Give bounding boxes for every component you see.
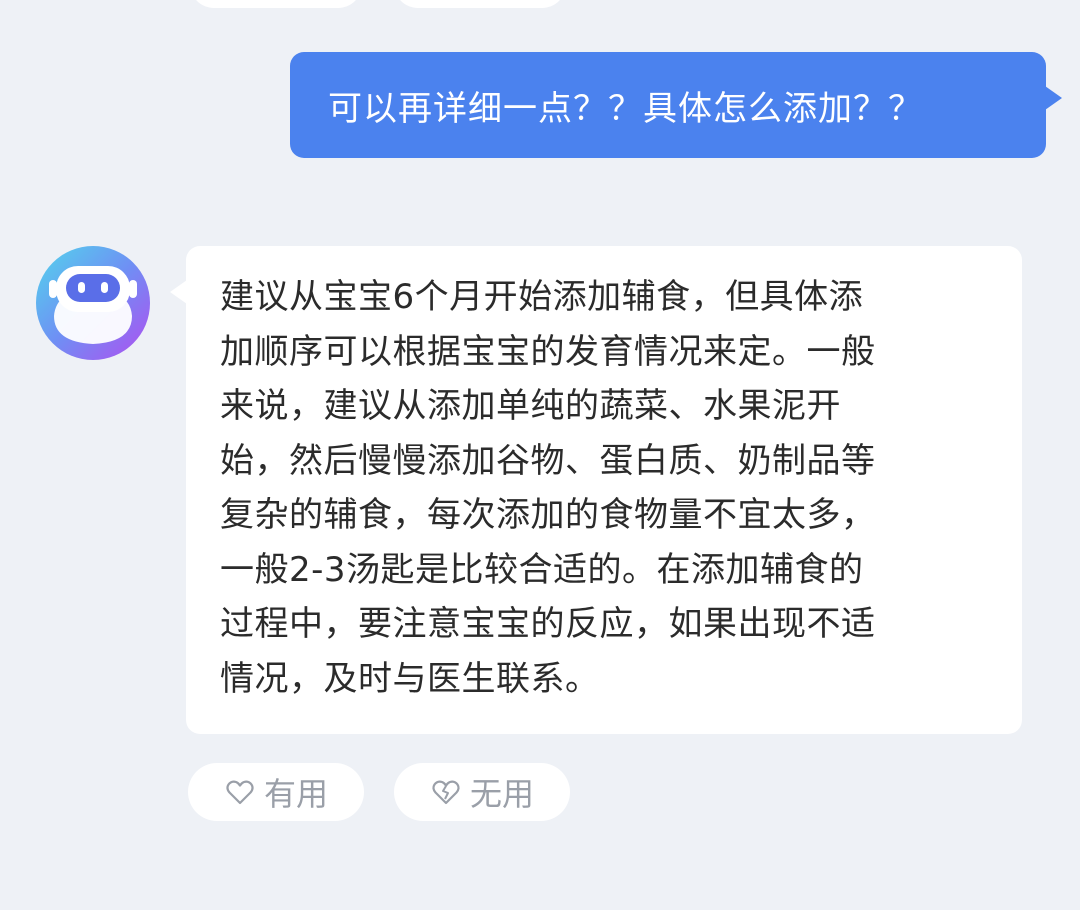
heart-icon	[224, 776, 256, 808]
bot-avatar	[36, 246, 150, 360]
previous-useful-button[interactable]	[190, 0, 362, 8]
useless-label: 无用	[469, 775, 534, 813]
user-message-text: 可以再详细一点？？具体怎么添加？？	[328, 88, 923, 129]
bot-message-text: 建议从宝宝6个月开始添加辅食，但具体添 加顺序可以根据宝宝的发育情况来定。一般 …	[220, 277, 876, 699]
user-message-bubble: 可以再详细一点？？具体怎么添加？？	[290, 52, 1062, 158]
chat-window: 可以再详细一点？？具体怎么添加？？ 建议从宝宝6个月开始添加辅食，但具体添 加顺…	[0, 0, 1080, 910]
useful-button[interactable]: 有用	[188, 763, 364, 821]
useful-label: 有用	[263, 775, 328, 813]
previous-useless-button[interactable]	[394, 0, 566, 8]
useless-button[interactable]: 无用	[394, 763, 570, 821]
bot-message-bubble: 建议从宝宝6个月开始添加辅食，但具体添 加顺序可以根据宝宝的发育情况来定。一般 …	[170, 246, 1022, 734]
broken-heart-icon	[430, 776, 462, 808]
robot-icon	[49, 266, 137, 344]
